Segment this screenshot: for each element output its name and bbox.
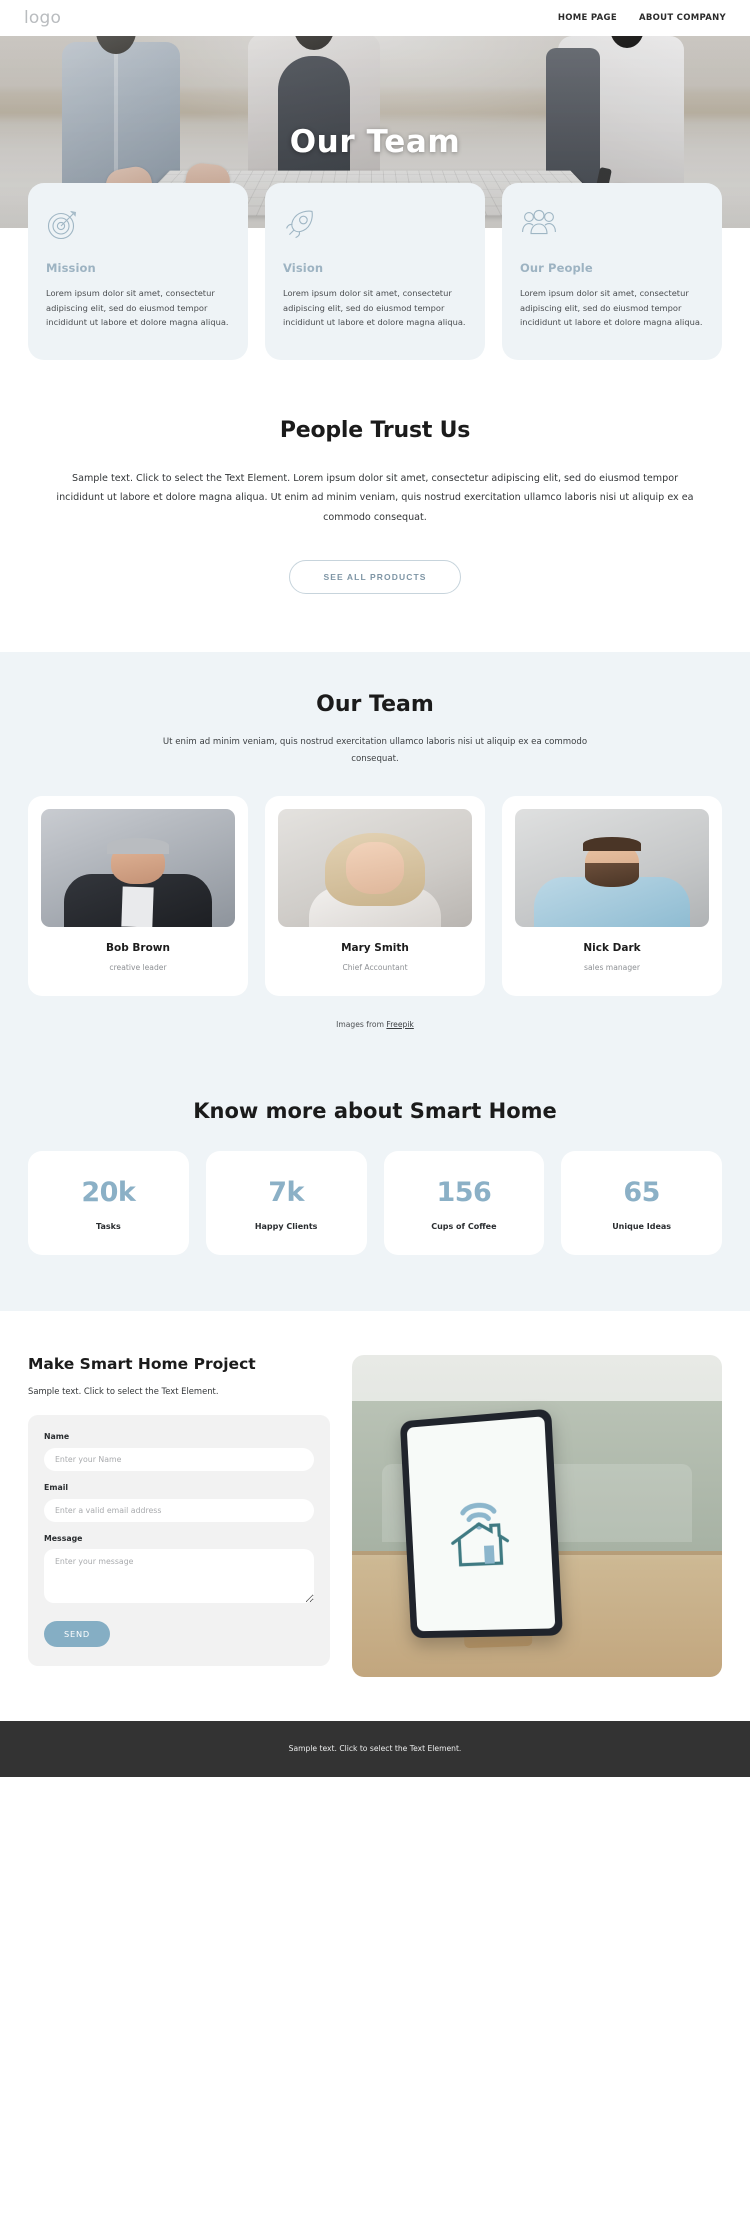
contact-section: Make Smart Home Project Sample text. Cli… xyxy=(0,1310,750,1721)
email-input[interactable] xyxy=(44,1498,314,1522)
contact-title: Make Smart Home Project xyxy=(28,1354,256,1373)
stat-value: 65 xyxy=(623,1176,660,1208)
message-field-label: Message xyxy=(44,1533,83,1543)
stat-card-unique-ideas: 65 Unique Ideas xyxy=(561,1150,722,1255)
member-name: Nick Dark xyxy=(583,941,641,954)
stats-list: 20k Tasks 7k Happy Clients 156 Cups of C… xyxy=(0,1150,750,1255)
landing-page: logo HOME PAGE ABOUT COMPANY Our Team Mi… xyxy=(0,0,750,1777)
stat-label: Tasks xyxy=(96,1221,121,1231)
send-button[interactable]: SEND xyxy=(44,1620,110,1647)
nav-link-home-page[interactable]: HOME PAGE xyxy=(558,13,617,23)
stat-value: 20k xyxy=(81,1176,136,1208)
image-credit-prefix: Images from xyxy=(336,1019,387,1029)
stats-title: Know more about Smart Home xyxy=(193,1098,557,1123)
target-icon xyxy=(46,207,230,241)
freepik-link[interactable]: Freepik xyxy=(386,1020,413,1029)
team-member-card[interactable]: Mary Smith Chief Accountant xyxy=(265,795,485,996)
team-member-list: Bob Brown creative leader Mary Smith Chi… xyxy=(0,795,750,996)
member-photo-bob-brown xyxy=(41,808,235,927)
nav-link-about-company[interactable]: ABOUT COMPANY xyxy=(639,13,726,23)
site-footer: Sample text. Click to select the Text El… xyxy=(0,1720,750,1777)
feature-text: Lorem ipsum dolor sit amet, consectetur … xyxy=(283,288,466,328)
member-role: Chief Accountant xyxy=(342,962,408,972)
stat-label: Happy Clients xyxy=(254,1221,318,1231)
trust-text: Sample text. Click to select the Text El… xyxy=(56,472,694,523)
team-member-card[interactable]: Bob Brown creative leader xyxy=(28,795,248,996)
footer-text: Sample text. Click to select the Text El… xyxy=(288,1744,462,1754)
stat-card-cups-of-coffee: 156 Cups of Coffee xyxy=(383,1150,545,1255)
smart-home-wifi-house-icon xyxy=(442,1484,519,1576)
stat-card-tasks: 20k Tasks xyxy=(28,1150,189,1255)
team-section: Our Team Ut enim ad minim veniam, quis n… xyxy=(0,651,750,1073)
people-group-icon xyxy=(520,207,704,241)
contact-subtitle: Sample text. Click to select the Text El… xyxy=(28,1385,219,1396)
trust-title: People Trust Us xyxy=(279,417,471,443)
member-role: sales manager xyxy=(584,962,640,972)
feature-text: Lorem ipsum dolor sit amet, consectetur … xyxy=(46,288,229,328)
feature-title: Our People xyxy=(520,261,593,275)
stat-label: Unique Ideas xyxy=(612,1221,672,1231)
feature-card-our-people[interactable]: Our People Lorem ipsum dolor sit amet, c… xyxy=(502,183,722,360)
stat-value: 7k xyxy=(268,1176,304,1208)
see-all-products-button[interactable]: SEE ALL PRODUCTS xyxy=(289,559,461,594)
name-field-label: Name xyxy=(44,1431,70,1441)
member-photo-nick-dark xyxy=(515,808,709,927)
trust-section: People Trust Us Sample text. Click to se… xyxy=(0,403,750,652)
stat-value: 156 xyxy=(436,1176,492,1208)
hero-title: Our Team xyxy=(289,124,461,160)
member-name: Mary Smith xyxy=(341,941,409,954)
team-subtitle: Ut enim ad minim veniam, quis nostrud ex… xyxy=(162,736,588,764)
site-header: logo HOME PAGE ABOUT COMPANY xyxy=(0,0,750,36)
feature-title: Mission xyxy=(46,261,96,275)
photo-tablet xyxy=(399,1408,563,1639)
member-photo-mary-smith xyxy=(278,808,472,927)
main-navigation: HOME PAGE ABOUT COMPANY xyxy=(558,13,726,23)
site-logo[interactable]: logo xyxy=(24,8,61,28)
contact-form-column: Make Smart Home Project Sample text. Cli… xyxy=(28,1355,330,1666)
stats-section: Know more about Smart Home 20k Tasks 7k … xyxy=(0,1072,750,1311)
tablet-screen xyxy=(406,1416,556,1632)
image-credit: Images from Freepik xyxy=(0,1020,750,1029)
message-textarea[interactable] xyxy=(44,1548,314,1603)
email-field-label: Email xyxy=(44,1482,69,1492)
team-member-card[interactable]: Nick Dark sales manager xyxy=(502,795,722,996)
feature-card-mission[interactable]: Mission Lorem ipsum dolor sit amet, cons… xyxy=(28,183,248,360)
stat-card-happy-clients: 7k Happy Clients xyxy=(205,1150,367,1255)
smart-home-tablet-photo xyxy=(352,1354,722,1677)
rocket-icon xyxy=(283,207,467,241)
stat-label: Cups of Coffee xyxy=(431,1221,497,1231)
feature-title: Vision xyxy=(283,261,324,275)
feature-card-vision[interactable]: Vision Lorem ipsum dolor sit amet, conse… xyxy=(265,183,485,360)
contact-form: Name Email Message SEND xyxy=(28,1414,330,1666)
feature-cards: Mission Lorem ipsum dolor sit amet, cons… xyxy=(0,183,750,404)
member-role: creative leader xyxy=(109,962,167,972)
feature-text: Lorem ipsum dolor sit amet, consectetur … xyxy=(520,288,703,328)
name-input[interactable] xyxy=(44,1447,314,1471)
member-name: Bob Brown xyxy=(106,941,170,954)
team-title: Our Team xyxy=(316,691,434,717)
